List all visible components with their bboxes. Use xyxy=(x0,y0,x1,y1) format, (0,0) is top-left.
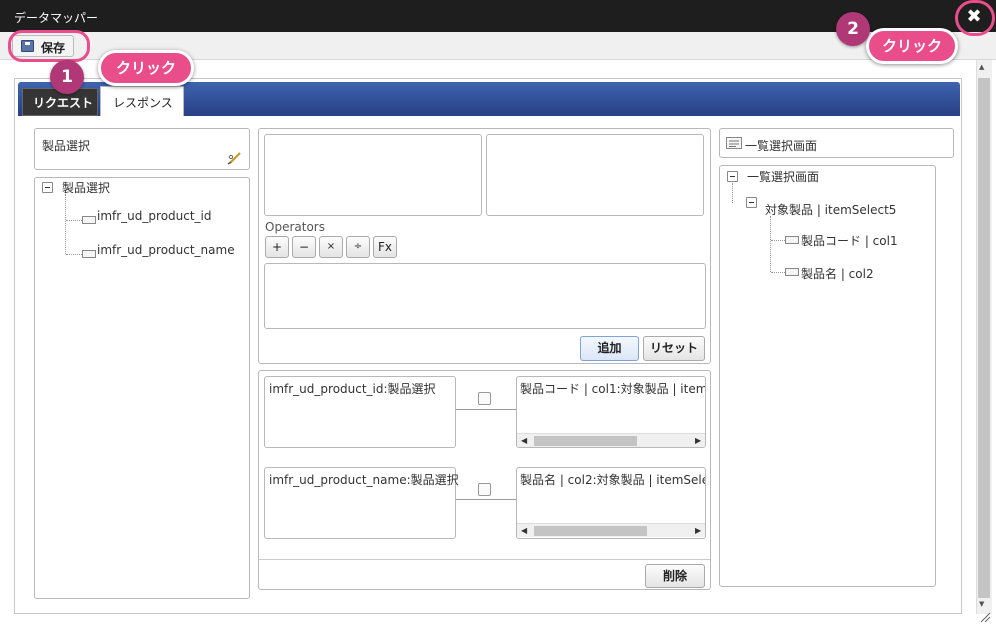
callout-click-2: クリック xyxy=(866,28,958,64)
tree-item[interactable]: imfr_ud_product_id xyxy=(97,209,212,223)
collapse-icon[interactable] xyxy=(727,171,738,182)
scroll-right-icon[interactable]: ▶ xyxy=(695,434,701,447)
highlight-ring-close xyxy=(955,0,995,36)
callout-text: クリック xyxy=(881,37,942,55)
tree-connector xyxy=(65,194,66,254)
expression-target-box[interactable] xyxy=(486,134,704,216)
field-icon xyxy=(785,236,799,244)
tree-connector xyxy=(771,240,785,241)
mapping-target-text: 製品コード | col1:対象製品 | itemSel xyxy=(520,382,706,396)
left-tree-panel: 製品選択 imfr_ud_product_id imfr_ud_product_… xyxy=(34,177,250,599)
expression-source-box[interactable] xyxy=(264,134,482,216)
edit-pencil-icon[interactable] xyxy=(227,151,243,165)
operator-multiply-button[interactable]: × xyxy=(319,236,343,258)
window-title: データマッパー xyxy=(14,11,99,25)
mapping-checkbox[interactable] xyxy=(478,392,491,405)
tree-connector xyxy=(66,254,82,255)
operator-divide-button[interactable]: ÷ xyxy=(346,236,370,258)
callout-click-1: クリック xyxy=(98,50,194,86)
right-tree-child[interactable]: 対象製品 | itemSelect5 xyxy=(765,201,896,218)
tree-item[interactable]: 製品コード | col1 xyxy=(801,232,898,249)
field-icon xyxy=(82,216,96,224)
mapping-line xyxy=(456,499,516,500)
horizontal-scrollbar[interactable]: ◀ ▶ xyxy=(517,523,705,537)
mapping-target[interactable]: 製品名 | col2:対象製品 | itemSelect ◀ ▶ xyxy=(516,467,706,539)
tree-connector xyxy=(771,272,785,273)
left-panel-header: 製品選択 xyxy=(34,128,250,170)
mapping-source[interactable]: imfr_ud_product_name:製品選択 xyxy=(264,467,459,539)
mapping-line xyxy=(456,409,516,410)
right-tree-panel: 一覧選択画面 対象製品 | itemSelect5 製品コード | col1 製… xyxy=(719,165,936,587)
mapping-target-text: 製品名 | col2:対象製品 | itemSelect xyxy=(520,473,706,487)
mapping-source[interactable]: imfr_ud_product_id:製品選択 xyxy=(264,376,456,448)
scroll-down-icon[interactable]: ▼ xyxy=(979,600,984,608)
mapping-checkbox[interactable] xyxy=(478,483,491,496)
collapse-icon[interactable] xyxy=(746,197,757,208)
step-marker-2: 2 xyxy=(836,12,870,46)
scroll-up-icon[interactable]: ▲ xyxy=(979,63,984,71)
operator-minus-button[interactable]: − xyxy=(292,236,316,258)
operators-label: Operators xyxy=(265,220,325,234)
scroll-left-icon[interactable]: ◀ xyxy=(521,434,527,447)
right-panel-title: 一覧選択画面 xyxy=(745,139,818,153)
left-panel-title: 製品選択 xyxy=(42,139,91,153)
divider xyxy=(259,559,710,560)
vertical-scrollbar-thumb[interactable] xyxy=(978,78,990,598)
tree-item[interactable]: imfr_ud_product_name xyxy=(97,243,235,257)
tree-connector xyxy=(66,220,82,221)
list-screen-icon xyxy=(726,137,742,149)
tree-item[interactable]: 製品名 | col2 xyxy=(801,265,874,282)
right-tree-root[interactable]: 一覧選択画面 xyxy=(747,168,819,185)
delete-button[interactable]: 削除 xyxy=(645,564,705,588)
step-marker-1: 1 xyxy=(50,60,84,94)
field-icon xyxy=(82,250,96,258)
collapse-icon[interactable] xyxy=(42,182,53,193)
left-tree-root[interactable]: 製品選択 xyxy=(62,179,110,196)
scroll-right-icon[interactable]: ▶ xyxy=(695,524,701,538)
horizontal-scrollbar[interactable]: ◀ ▶ xyxy=(517,433,705,447)
callout-text: クリック xyxy=(115,59,176,77)
expression-textarea[interactable] xyxy=(264,263,706,329)
tree-connector xyxy=(770,216,771,272)
operator-plus-button[interactable]: + xyxy=(265,236,289,258)
tree-connector xyxy=(732,183,733,203)
mapping-source-text: imfr_ud_product_name:製品選択 xyxy=(269,473,459,487)
tab-response[interactable]: レスポンス xyxy=(100,86,184,116)
scrollbar-thumb[interactable] xyxy=(534,526,647,536)
highlight-ring-save xyxy=(8,30,90,62)
right-panel-header: 一覧選択画面 xyxy=(719,128,954,158)
resize-grip-icon[interactable] xyxy=(979,611,991,623)
reset-button[interactable]: リセット xyxy=(643,336,705,361)
field-icon xyxy=(785,268,799,276)
scrollbar-thumb[interactable] xyxy=(534,436,637,446)
add-button[interactable]: 追加 xyxy=(580,336,639,361)
mapping-source-text: imfr_ud_product_id:製品選択 xyxy=(269,382,436,396)
mapping-target[interactable]: 製品コード | col1:対象製品 | itemSel ◀ ▶ xyxy=(516,376,706,448)
scroll-left-icon[interactable]: ◀ xyxy=(521,524,527,538)
operator-fx-button[interactable]: Fx xyxy=(373,236,397,258)
